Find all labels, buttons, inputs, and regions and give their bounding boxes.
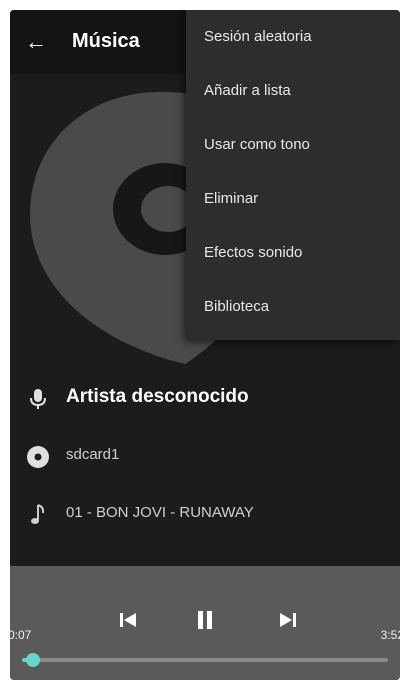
menu-item-add-to-playlist[interactable]: Añadir a lista [186,64,400,118]
back-button[interactable]: ← [22,28,50,56]
menu-item-sound-effects[interactable]: Efectos sonido [186,226,400,280]
page-title: Música [72,30,140,52]
seek-bar-thumb[interactable] [25,653,40,667]
seek-bar[interactable] [22,653,388,667]
artist-name: Artista desconocido [66,386,249,407]
skip-next-icon [280,613,296,627]
menu-item-library[interactable]: Biblioteca [186,280,400,334]
arrow-left-icon: ← [25,29,47,54]
storage-row: sdcard1 [10,428,400,486]
menu-item-delete[interactable]: Eliminar [186,172,400,226]
song-title-row: 01 - BON JOVI - RUNAWAY [10,486,400,544]
previous-button[interactable] [110,602,146,638]
storage-name: sdcard1 [66,446,120,463]
song-title: 01 - BON JOVI - RUNAWAY [66,504,254,521]
disc-icon [27,446,49,468]
overflow-menu: Sesión aleatoria Añadir a lista Usar com… [186,10,400,340]
microphone-icon [30,389,46,409]
skip-previous-icon [120,613,136,627]
pause-icon [198,611,212,629]
pause-button[interactable] [187,602,223,638]
player-controls: 0:07 3:52 [10,566,400,680]
device-screen: ← Música Sesión aleatoria Añadir a lista… [10,10,400,680]
menu-item-set-ringtone[interactable]: Usar como tono [186,118,400,172]
music-note-icon [31,504,45,524]
next-button[interactable] [270,602,306,638]
artist-row: Artista desconocido [10,370,400,428]
total-duration: 3:52 [380,628,400,642]
menu-item-shuffle[interactable]: Sesión aleatoria [186,10,400,64]
elapsed-time: 0:07 [10,628,32,642]
